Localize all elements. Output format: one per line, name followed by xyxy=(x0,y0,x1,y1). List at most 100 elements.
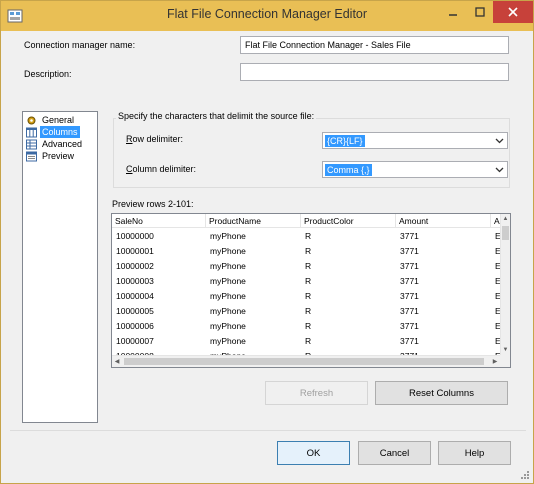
maximize-icon xyxy=(475,7,485,17)
table-cell: myPhone xyxy=(210,246,246,256)
reset-columns-button-label: Reset Columns xyxy=(409,387,474,399)
table-cell: R xyxy=(305,291,312,301)
dialog-window: Flat File Connection Manager Editor Conn… xyxy=(0,0,534,484)
column-delimiter-select[interactable]: Comma {,} xyxy=(322,161,508,178)
nav-item-label: General xyxy=(42,115,75,125)
table-cell: R xyxy=(305,276,312,286)
chevron-down-icon xyxy=(495,138,504,144)
preview-icon xyxy=(26,151,37,161)
maximize-button[interactable] xyxy=(467,1,493,23)
table-cell: R xyxy=(305,306,312,316)
ok-button-label: OK xyxy=(306,447,321,459)
column-header[interactable]: A xyxy=(491,214,500,228)
table-cell: 10000000 xyxy=(116,231,154,241)
row-delimiter-select[interactable]: {CR}{LF} xyxy=(322,132,508,149)
cancel-button[interactable]: Cancel xyxy=(358,441,431,465)
chevron-down-icon xyxy=(495,167,504,173)
description-input[interactable] xyxy=(240,63,509,81)
table-row[interactable]: 10000003 myPhone R 3771 E xyxy=(112,274,501,289)
table-cell: 10000006 xyxy=(116,321,154,331)
connection-name-input[interactable]: Flat File Connection Manager - Sales Fil… xyxy=(240,36,509,54)
grid-header: SaleNo ProductName ProductColor Amount A xyxy=(112,214,510,228)
help-button[interactable]: Help xyxy=(438,441,511,465)
connection-name-label: Connection manager name: xyxy=(24,40,136,50)
description-label: Description: xyxy=(24,69,72,79)
nav-item-label: Columns xyxy=(40,126,80,138)
advanced-icon xyxy=(26,139,37,149)
row-delimiter-label-rest: ow delimiter: xyxy=(132,134,184,144)
table-cell: 10000003 xyxy=(116,276,154,286)
table-cell: 3771 xyxy=(400,276,419,286)
table-cell: 3771 xyxy=(400,306,419,316)
row-delimiter-label: Row delimiter: xyxy=(126,134,184,144)
table-cell: R xyxy=(305,246,312,256)
close-icon xyxy=(508,7,518,17)
table-cell: 3771 xyxy=(400,291,419,301)
preview-rows-label: Preview rows 2-101: xyxy=(112,199,194,209)
preview-grid[interactable]: SaleNo ProductName ProductColor Amount A… xyxy=(111,213,511,368)
table-row[interactable]: 10000005 myPhone R 3771 E xyxy=(112,304,501,319)
ok-button[interactable]: OK xyxy=(277,441,350,465)
table-cell: 3771 xyxy=(400,231,419,241)
table-cell: myPhone xyxy=(210,291,246,301)
table-row[interactable]: 10000002 myPhone R 3771 E xyxy=(112,259,501,274)
columns-icon xyxy=(26,127,37,137)
scroll-up-icon[interactable]: ▲ xyxy=(501,214,510,224)
scroll-down-icon[interactable]: ▼ xyxy=(501,345,510,355)
row-delimiter-value: {CR}{LF} xyxy=(325,135,365,147)
table-cell: 10000002 xyxy=(116,261,154,271)
refresh-button-label: Refresh xyxy=(299,387,334,399)
scroll-thumb[interactable] xyxy=(124,358,484,365)
scroll-left-icon[interactable]: ◀ xyxy=(112,357,122,367)
delimiter-group-title: Specify the characters that delimit the … xyxy=(116,111,317,121)
horizontal-scrollbar[interactable]: ◀ ▶ xyxy=(112,355,500,367)
nav-item-columns[interactable]: Columns xyxy=(26,126,80,138)
column-header[interactable]: ProductName xyxy=(206,214,301,228)
scroll-thumb[interactable] xyxy=(502,226,509,240)
table-cell: myPhone xyxy=(210,336,246,346)
table-cell: 10000005 xyxy=(116,306,154,316)
table-row[interactable]: 10000006 myPhone R 3771 E xyxy=(112,319,501,334)
table-cell: myPhone xyxy=(210,261,246,271)
nav-item-preview[interactable]: Preview xyxy=(26,150,76,162)
table-cell: 3771 xyxy=(400,246,419,256)
resize-grip-icon[interactable] xyxy=(520,470,530,480)
column-header[interactable]: ProductColor xyxy=(301,214,396,228)
title-bar[interactable]: Flat File Connection Manager Editor xyxy=(1,1,533,31)
table-row[interactable]: 10000001 myPhone R 3771 E xyxy=(112,244,501,259)
column-delimiter-value: Comma {,} xyxy=(325,164,372,176)
column-delimiter-label-rest: olumn delimiter: xyxy=(132,164,197,174)
divider xyxy=(10,430,526,431)
minimize-button[interactable] xyxy=(439,1,467,23)
vertical-scrollbar[interactable]: ▲ ▼ xyxy=(500,214,510,355)
table-row[interactable]: 10000007 myPhone R 3771 E xyxy=(112,334,501,349)
table-cell: R xyxy=(305,336,312,346)
column-header[interactable]: Amount xyxy=(396,214,491,228)
reset-columns-button[interactable]: Reset Columns xyxy=(375,381,508,405)
table-cell: myPhone xyxy=(210,321,246,331)
nav-panel: General Columns Advanced Preview xyxy=(22,111,98,423)
table-cell: myPhone xyxy=(210,276,246,286)
close-button[interactable] xyxy=(493,1,533,23)
table-cell: R xyxy=(305,261,312,271)
help-button-label: Help xyxy=(464,447,485,459)
table-row[interactable]: 10000000 myPhone R 3771 E xyxy=(112,229,501,244)
table-cell: R xyxy=(305,321,312,331)
table-row[interactable]: 10000004 myPhone R 3771 E xyxy=(112,289,501,304)
table-cell: myPhone xyxy=(210,306,246,316)
cancel-button-label: Cancel xyxy=(379,447,410,459)
table-cell: 3771 xyxy=(400,261,419,271)
table-cell: 3771 xyxy=(400,336,419,346)
refresh-button[interactable]: Refresh xyxy=(265,381,368,405)
nav-item-general[interactable]: General xyxy=(26,114,76,126)
table-cell: 10000004 xyxy=(116,291,154,301)
column-delimiter-label: Column delimiter: xyxy=(126,164,197,174)
column-header[interactable]: SaleNo xyxy=(112,214,206,228)
nav-item-advanced[interactable]: Advanced xyxy=(26,138,84,150)
scroll-right-icon[interactable]: ▶ xyxy=(490,357,500,367)
table-cell: myPhone xyxy=(210,231,246,241)
nav-item-label: Advanced xyxy=(42,139,83,149)
table-cell: R xyxy=(305,231,312,241)
scroll-corner xyxy=(500,355,510,367)
table-cell: 3771 xyxy=(400,321,419,331)
